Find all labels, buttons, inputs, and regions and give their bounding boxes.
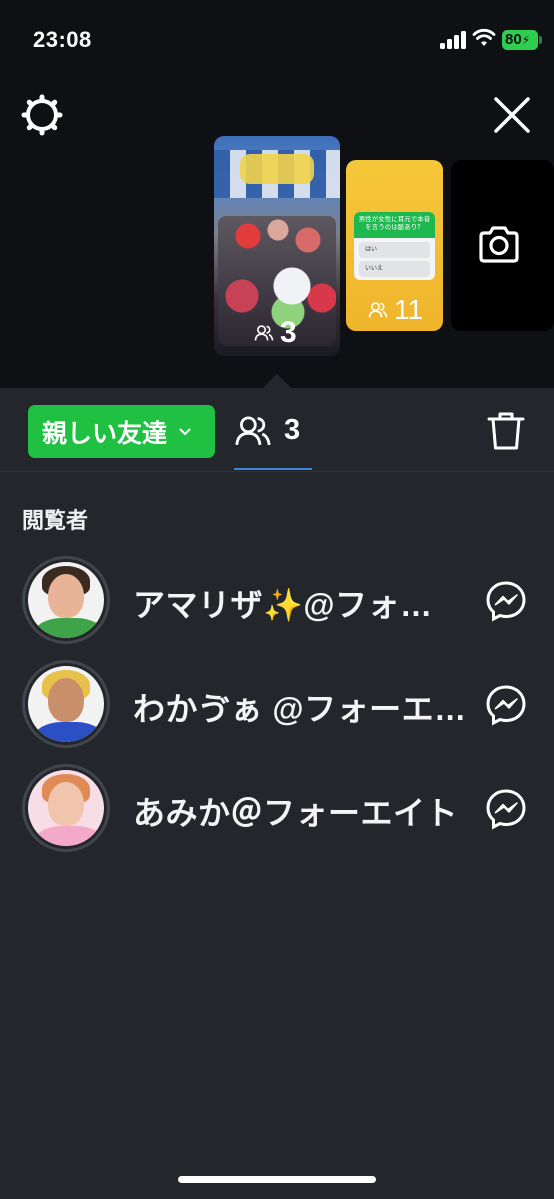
people-icon [368,302,388,318]
signal-icon [440,31,466,49]
battery-indicator: 80⚡ [502,30,538,50]
thumbnail-viewer-count: 11 [368,294,423,326]
thumbnail-logo [240,154,314,184]
messenger-icon[interactable] [484,579,528,623]
close-icon[interactable] [490,93,534,137]
audience-label: 親しい友達 [42,419,168,448]
poll-sticker: 男性が女性に耳元で本音を言うのは脈あり？ はい いいえ [354,212,435,280]
chevron-down-icon [179,428,191,435]
wifi-icon [472,28,496,46]
avatar[interactable] [22,764,110,852]
tab-viewers[interactable]: 3 [234,408,312,470]
messenger-icon[interactable] [484,683,528,727]
camera-icon [479,226,519,263]
thumbnail-count-value: 3 [280,316,297,349]
people-icon [254,325,274,341]
audience-dropdown-button[interactable]: 親しい友達 [28,405,215,458]
thumbnail-viewer-count: 3 [254,316,297,350]
status-bar: 23:08 80⚡ [0,0,554,80]
viewers-section-title: 閲覧者 [22,508,89,533]
battery-level: 80 [505,31,522,48]
people-icon [235,416,271,446]
story-thumbnail-photo[interactable]: 3 [214,136,340,356]
poll-question: 男性が女性に耳元で本音を言うのは脈あり？ [354,212,435,238]
story-toolbar: 親しい友達 3 [0,388,554,472]
selected-thumbnail-pointer [263,374,291,388]
messenger-icon[interactable] [484,787,528,831]
gear-icon[interactable] [20,93,64,137]
avatar[interactable] [22,660,110,748]
home-indicator[interactable] [178,1176,376,1183]
avatar[interactable] [22,556,110,644]
viewer-name[interactable]: あみか＠フォーエイト [133,788,458,834]
status-time: 23:08 [33,27,92,52]
poll-option: いいえ [359,261,430,277]
viewer-name[interactable]: わかゔぁ @フォーエ… [133,684,467,730]
poll-option: はい [359,242,430,258]
trash-icon[interactable] [486,410,526,452]
battery-nub [539,36,542,44]
thumbnail-count-value: 11 [394,294,424,325]
viewer-count: 3 [284,414,301,446]
viewer-row[interactable]: あみか＠フォーエイト [0,764,554,854]
viewer-row[interactable]: アマリザ✨@フォ… [0,556,554,646]
viewer-name[interactable]: アマリザ✨@フォ… [133,580,433,626]
story-thumbnail-poll[interactable]: 男性が女性に耳元で本音を言うのは脈あり？ はい いいえ 11 [346,160,443,331]
add-story-camera[interactable] [451,160,554,331]
viewer-row[interactable]: わかゔぁ @フォーエ… [0,660,554,750]
